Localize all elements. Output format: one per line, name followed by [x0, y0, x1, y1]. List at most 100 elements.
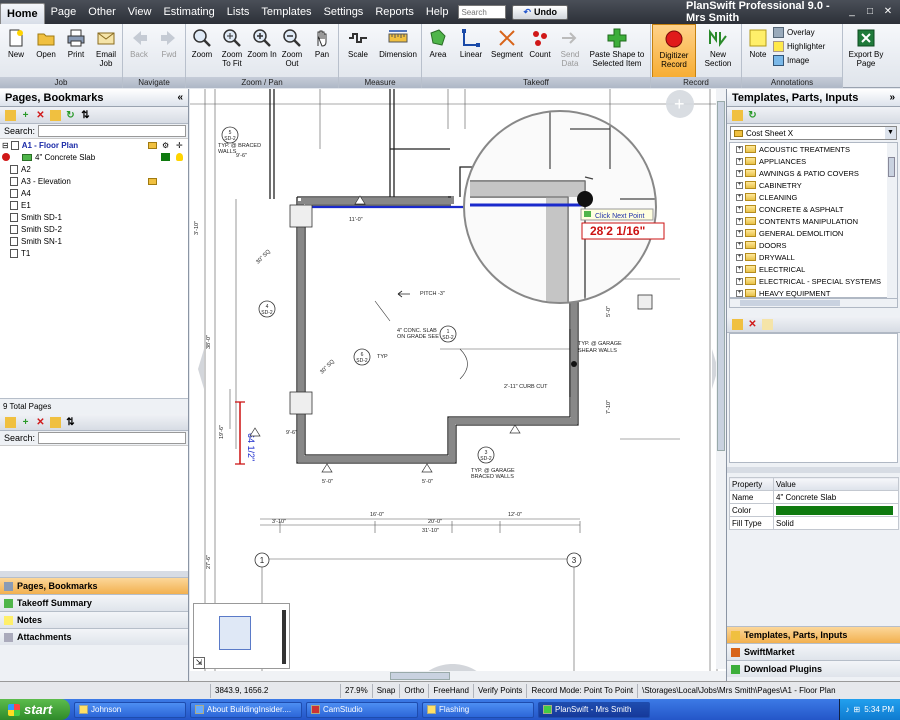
expand-icon[interactable]: + — [736, 169, 743, 177]
collapse-tree-icon[interactable]: ⊟ — [2, 141, 9, 150]
floor-plan-drawing[interactable]: 64 1/2" PITCH -3" 4" CONC. SLAB ON GRADE… — [190, 89, 726, 681]
page-item-t1[interactable]: T1 — [0, 247, 188, 259]
menu-estimating[interactable]: Estimating — [157, 0, 220, 24]
menu-help[interactable]: Help — [420, 0, 455, 24]
horizontal-scrollbar[interactable] — [190, 671, 726, 681]
maximize-icon[interactable]: □ — [862, 5, 878, 19]
category-drywall[interactable]: + DRYWALL — [730, 251, 897, 263]
category-acoustic[interactable]: + ACOUSTIC TREATMENTS — [730, 143, 897, 155]
property-color-value[interactable] — [773, 503, 899, 517]
expand-icon[interactable]: + — [736, 253, 743, 261]
nav-templates-parts-inputs[interactable]: Templates, Parts, Inputs — [727, 626, 900, 643]
category-electrical[interactable]: + ELECTRICAL — [730, 263, 897, 275]
tray-volume-icon[interactable]: ♪ — [846, 705, 850, 714]
image-button[interactable]: Image — [773, 55, 841, 66]
status-ortho[interactable]: Ortho — [400, 683, 430, 698]
menu-other[interactable]: Other — [82, 0, 122, 24]
category-doors[interactable]: + DOORS — [730, 239, 897, 251]
page-settings-icon[interactable]: ⚙ — [162, 141, 169, 150]
category-scrollbar[interactable] — [887, 143, 897, 299]
delete-icon[interactable]: ✕ — [35, 110, 46, 121]
property-name-value[interactable]: 4" Concrete Slab — [773, 490, 899, 504]
page-item-a2[interactable]: A2 — [0, 163, 188, 175]
folder-icon[interactable] — [5, 109, 16, 121]
category-h-scroll-thumb[interactable] — [740, 300, 840, 306]
bulb-icon[interactable] — [176, 153, 183, 161]
horizontal-scroll-thumb[interactable] — [390, 672, 450, 680]
menu-lists[interactable]: Lists — [221, 0, 256, 24]
category-awnings[interactable]: + AWNINGS & PATIO COVERS — [730, 167, 897, 179]
zoom-plus-overlay-icon[interactable]: + — [674, 94, 685, 114]
tray-network-icon[interactable]: ⊞ — [854, 705, 861, 714]
bookmarks-search-input[interactable] — [38, 432, 186, 444]
collapse-right-icon[interactable]: » — [889, 89, 895, 107]
page-item-a1[interactable]: ⊟ A1 - Floor Plan ⚙ ✛ — [0, 139, 188, 151]
taskbar-item-flashing[interactable]: Flashing — [422, 701, 534, 718]
category-cleaning[interactable]: + CLEANING — [730, 191, 897, 203]
overview-scroll[interactable] — [282, 610, 286, 664]
pages-search-input[interactable] — [38, 125, 186, 137]
nav-attachments[interactable]: Attachments — [0, 628, 188, 645]
expand-icon[interactable]: + — [736, 193, 743, 201]
collapse-left-icon[interactable]: « — [177, 89, 183, 107]
menu-reports[interactable]: Reports — [369, 0, 420, 24]
menu-view[interactable]: View — [122, 0, 158, 24]
close-icon[interactable]: ✕ — [880, 5, 896, 19]
delete-icon[interactable]: ✕ — [35, 417, 46, 428]
start-button[interactable]: start — [0, 699, 70, 720]
property-fill-type-value[interactable]: Solid — [773, 516, 899, 530]
category-cabinetry[interactable]: + CABINETRY — [730, 179, 897, 191]
menu-home[interactable]: Home — [0, 3, 45, 24]
expand-icon[interactable]: + — [736, 157, 743, 165]
vertical-scrollbar[interactable] — [716, 89, 726, 669]
taskbar-item-planswift[interactable]: PlanSwift - Mrs Smith — [538, 701, 650, 718]
page-item-smith-sd2[interactable]: Smith SD-2 — [0, 223, 188, 235]
nav-notes[interactable]: Notes — [0, 611, 188, 628]
folder-icon[interactable] — [5, 416, 16, 428]
page-item-e1[interactable]: E1 — [0, 199, 188, 211]
search-input[interactable] — [458, 5, 507, 19]
splitter[interactable] — [727, 467, 900, 473]
category-contents[interactable]: + CONTENTS MANIPULATION — [730, 215, 897, 227]
delete-icon[interactable]: ✕ — [747, 319, 758, 330]
highlighter-button[interactable]: Highlighter — [773, 41, 841, 52]
pan-left-icon[interactable] — [198, 349, 204, 389]
page-options-icon[interactable] — [148, 141, 157, 149]
nav-takeoff-summary[interactable]: Takeoff Summary — [0, 594, 188, 611]
expand-icon[interactable]: + — [736, 205, 743, 213]
expand-icon[interactable]: + — [736, 277, 743, 285]
minimize-icon[interactable]: _ — [844, 5, 860, 19]
menu-settings[interactable]: Settings — [318, 0, 370, 24]
folder-icon[interactable] — [732, 109, 743, 121]
expand-icon[interactable]: + — [736, 217, 743, 225]
expand-icon[interactable]: + — [736, 181, 743, 189]
sort-icon[interactable]: ⇅ — [65, 417, 76, 428]
expand-icon[interactable]: + — [736, 145, 743, 153]
refresh-icon[interactable]: ↻ — [747, 110, 758, 121]
add-icon[interactable]: + — [20, 110, 31, 121]
expand-icon[interactable]: + — [736, 229, 743, 237]
category-appliances[interactable]: + APPLIANCES — [730, 155, 897, 167]
sort-icon[interactable]: ⇅ — [80, 110, 91, 121]
taskbar-item-johnson[interactable]: Johnson — [74, 701, 186, 718]
category-scroll-thumb[interactable] — [888, 157, 895, 177]
add-icon[interactable]: + — [20, 417, 31, 428]
folder-icon[interactable] — [732, 318, 743, 330]
taskbar-item-buildinginsider[interactable]: About BuildingInsider.... — [190, 701, 302, 718]
nav-swiftmarket[interactable]: SwiftMarket — [727, 643, 900, 660]
expand-icon[interactable]: + — [736, 289, 743, 297]
cost-sheet-dropdown[interactable]: Cost Sheet X ▼ — [730, 126, 897, 140]
open-icon[interactable] — [50, 416, 61, 428]
page-item-a3[interactable]: A3 - Elevation — [0, 175, 188, 187]
overview-navigator[interactable] — [193, 603, 290, 669]
overview-viewport[interactable] — [219, 616, 251, 650]
expand-icon[interactable]: + — [736, 265, 743, 273]
category-demolition[interactable]: + GENERAL DEMOLITION — [730, 227, 897, 239]
resize-grip-icon[interactable]: ⇲ — [193, 657, 205, 669]
refresh-icon[interactable]: ↻ — [65, 110, 76, 121]
nav-pages-bookmarks[interactable]: Pages, Bookmarks — [0, 577, 188, 594]
category-electrical-special[interactable]: + ELECTRICAL - SPECIAL SYSTEMS — [730, 275, 897, 287]
undo-button[interactable]: ↶ Undo — [512, 4, 569, 20]
status-freehand[interactable]: FreeHand — [429, 683, 474, 698]
open-icon[interactable] — [50, 109, 61, 121]
